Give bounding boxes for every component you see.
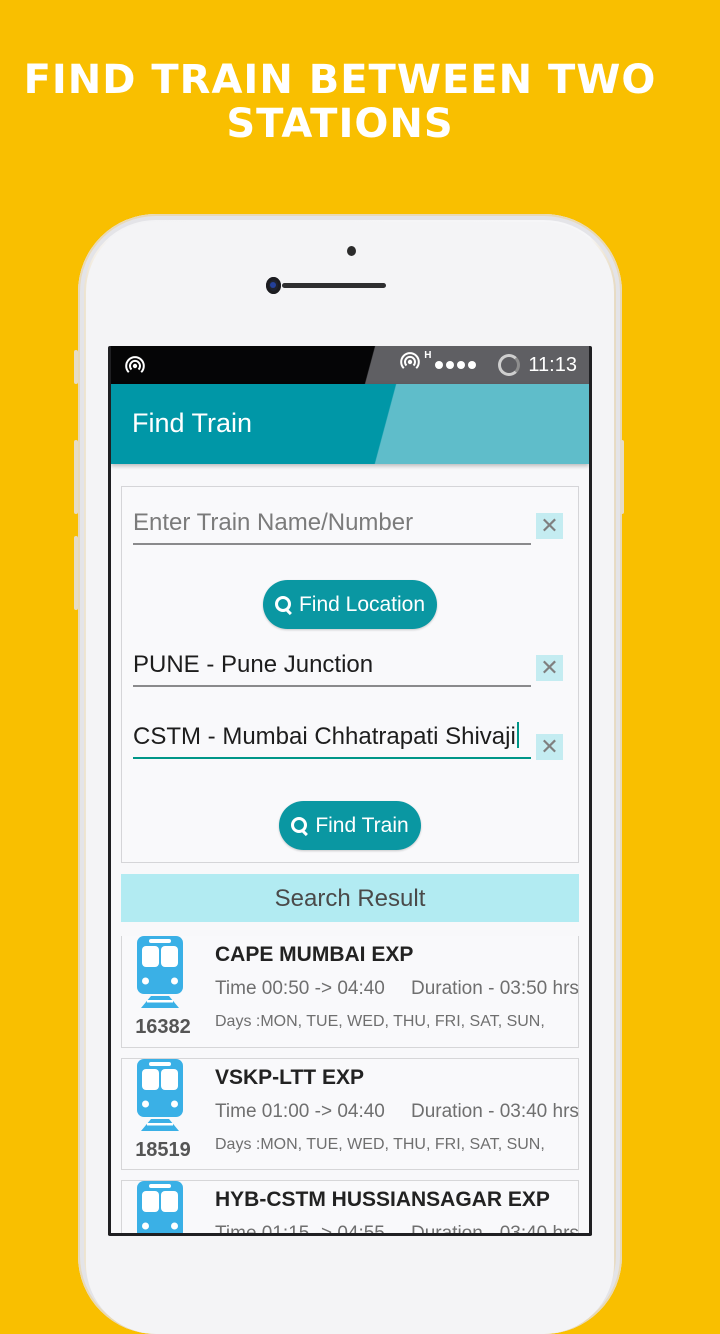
train-number: 16382 <box>135 1016 191 1038</box>
promo-title-line2: STATIONS <box>226 101 454 147</box>
find-location-button[interactable]: Find Location <box>263 580 437 629</box>
front-camera <box>266 277 281 294</box>
train-icon <box>137 1059 183 1131</box>
from-station-input[interactable]: PUNE - Pune Junction <box>133 649 531 687</box>
close-icon: ✕ <box>540 734 559 759</box>
train-result-item[interactable]: 16382 CAPE MUMBAI EXP Time 00:50 -> 04:4… <box>121 936 579 1048</box>
app-bar: Find Train <box>111 384 589 464</box>
battery-ring-icon <box>498 354 521 376</box>
search-icon <box>291 816 309 835</box>
status-icons: H 11:13 <box>400 346 577 384</box>
train-icon <box>137 1181 183 1233</box>
search-result-header: Search Result <box>121 874 579 922</box>
volume-up-button <box>74 440 78 514</box>
find-train-label: Find Train <box>315 813 409 837</box>
promo-title: FIND TRAIN BETWEEN TWO STATIONS <box>0 58 680 146</box>
clear-from-station-button[interactable]: ✕ <box>536 655 563 681</box>
app-bar-title: Find Train <box>132 408 253 438</box>
train-result-item[interactable]: HYB-CSTM HUSSIANSAGAR EXP Time 01:15 -> … <box>121 1180 579 1236</box>
train-duration: Duration - 03:50 hrs <box>411 978 579 999</box>
search-icon <box>274 595 293 614</box>
train-duration: Duration - 03:40 hrs <box>411 1101 579 1122</box>
train-name: CAPE MUMBAI EXP <box>215 943 414 966</box>
status-time: 11:13 <box>528 353 577 376</box>
volume-down-button <box>74 536 78 610</box>
train-name: VSKP-LTT EXP <box>215 1066 364 1089</box>
train-result-item[interactable]: 18519 VSKP-LTT EXP Time 01:00 -> 04:40 D… <box>121 1058 579 1170</box>
train-time: Time 01:00 -> 04:40 <box>215 1101 385 1122</box>
proximity-sensor <box>347 246 356 256</box>
close-icon: ✕ <box>540 655 559 680</box>
train-name-input[interactable]: Enter Train Name/Number <box>133 507 531 545</box>
train-duration: Duration - 03:40 hrs <box>411 1223 579 1236</box>
train-days: Days :MON, TUE, WED, THU, FRI, SAT, SUN, <box>215 1136 545 1153</box>
train-days: Days :MON, TUE, WED, THU, FRI, SAT, SUN, <box>215 1013 545 1030</box>
mute-switch <box>74 350 78 384</box>
promo-title-line1: FIND TRAIN BETWEEN TWO <box>23 57 657 103</box>
train-name: HYB-CSTM HUSSIANSAGAR EXP <box>215 1188 550 1211</box>
to-station-value: CSTM - Mumbai Chhatrapati Shivaji <box>133 723 516 750</box>
hotspot-icon <box>400 352 420 378</box>
signal-strength-icon <box>435 361 477 369</box>
text-caret <box>516 722 519 748</box>
status-bar: H 11:13 <box>111 346 589 384</box>
train-icon <box>137 936 183 1008</box>
phone-screen: H 11:13 Find Train Enter Train Name/Numb… <box>108 346 592 1236</box>
hotspot-icon <box>125 356 145 381</box>
clear-train-input-button[interactable]: ✕ <box>536 513 563 539</box>
search-form-card: Enter Train Name/Number ✕ Find Location … <box>121 486 579 863</box>
clear-to-station-button[interactable]: ✕ <box>536 734 563 760</box>
find-train-button[interactable]: Find Train <box>279 801 421 850</box>
search-result-list: 16382 CAPE MUMBAI EXP Time 00:50 -> 04:4… <box>121 936 579 1236</box>
find-location-label: Find Location <box>298 592 426 616</box>
train-time: Time 01:15 -> 04:55 <box>215 1223 385 1236</box>
network-type-label: H <box>424 349 432 361</box>
train-number: 18519 <box>135 1139 191 1161</box>
close-icon: ✕ <box>540 513 559 538</box>
train-time: Time 00:50 -> 04:40 <box>215 978 385 999</box>
earpiece-speaker <box>282 283 386 288</box>
power-button <box>620 440 624 514</box>
to-station-input[interactable]: CSTM - Mumbai Chhatrapati Shivaji <box>133 721 531 759</box>
